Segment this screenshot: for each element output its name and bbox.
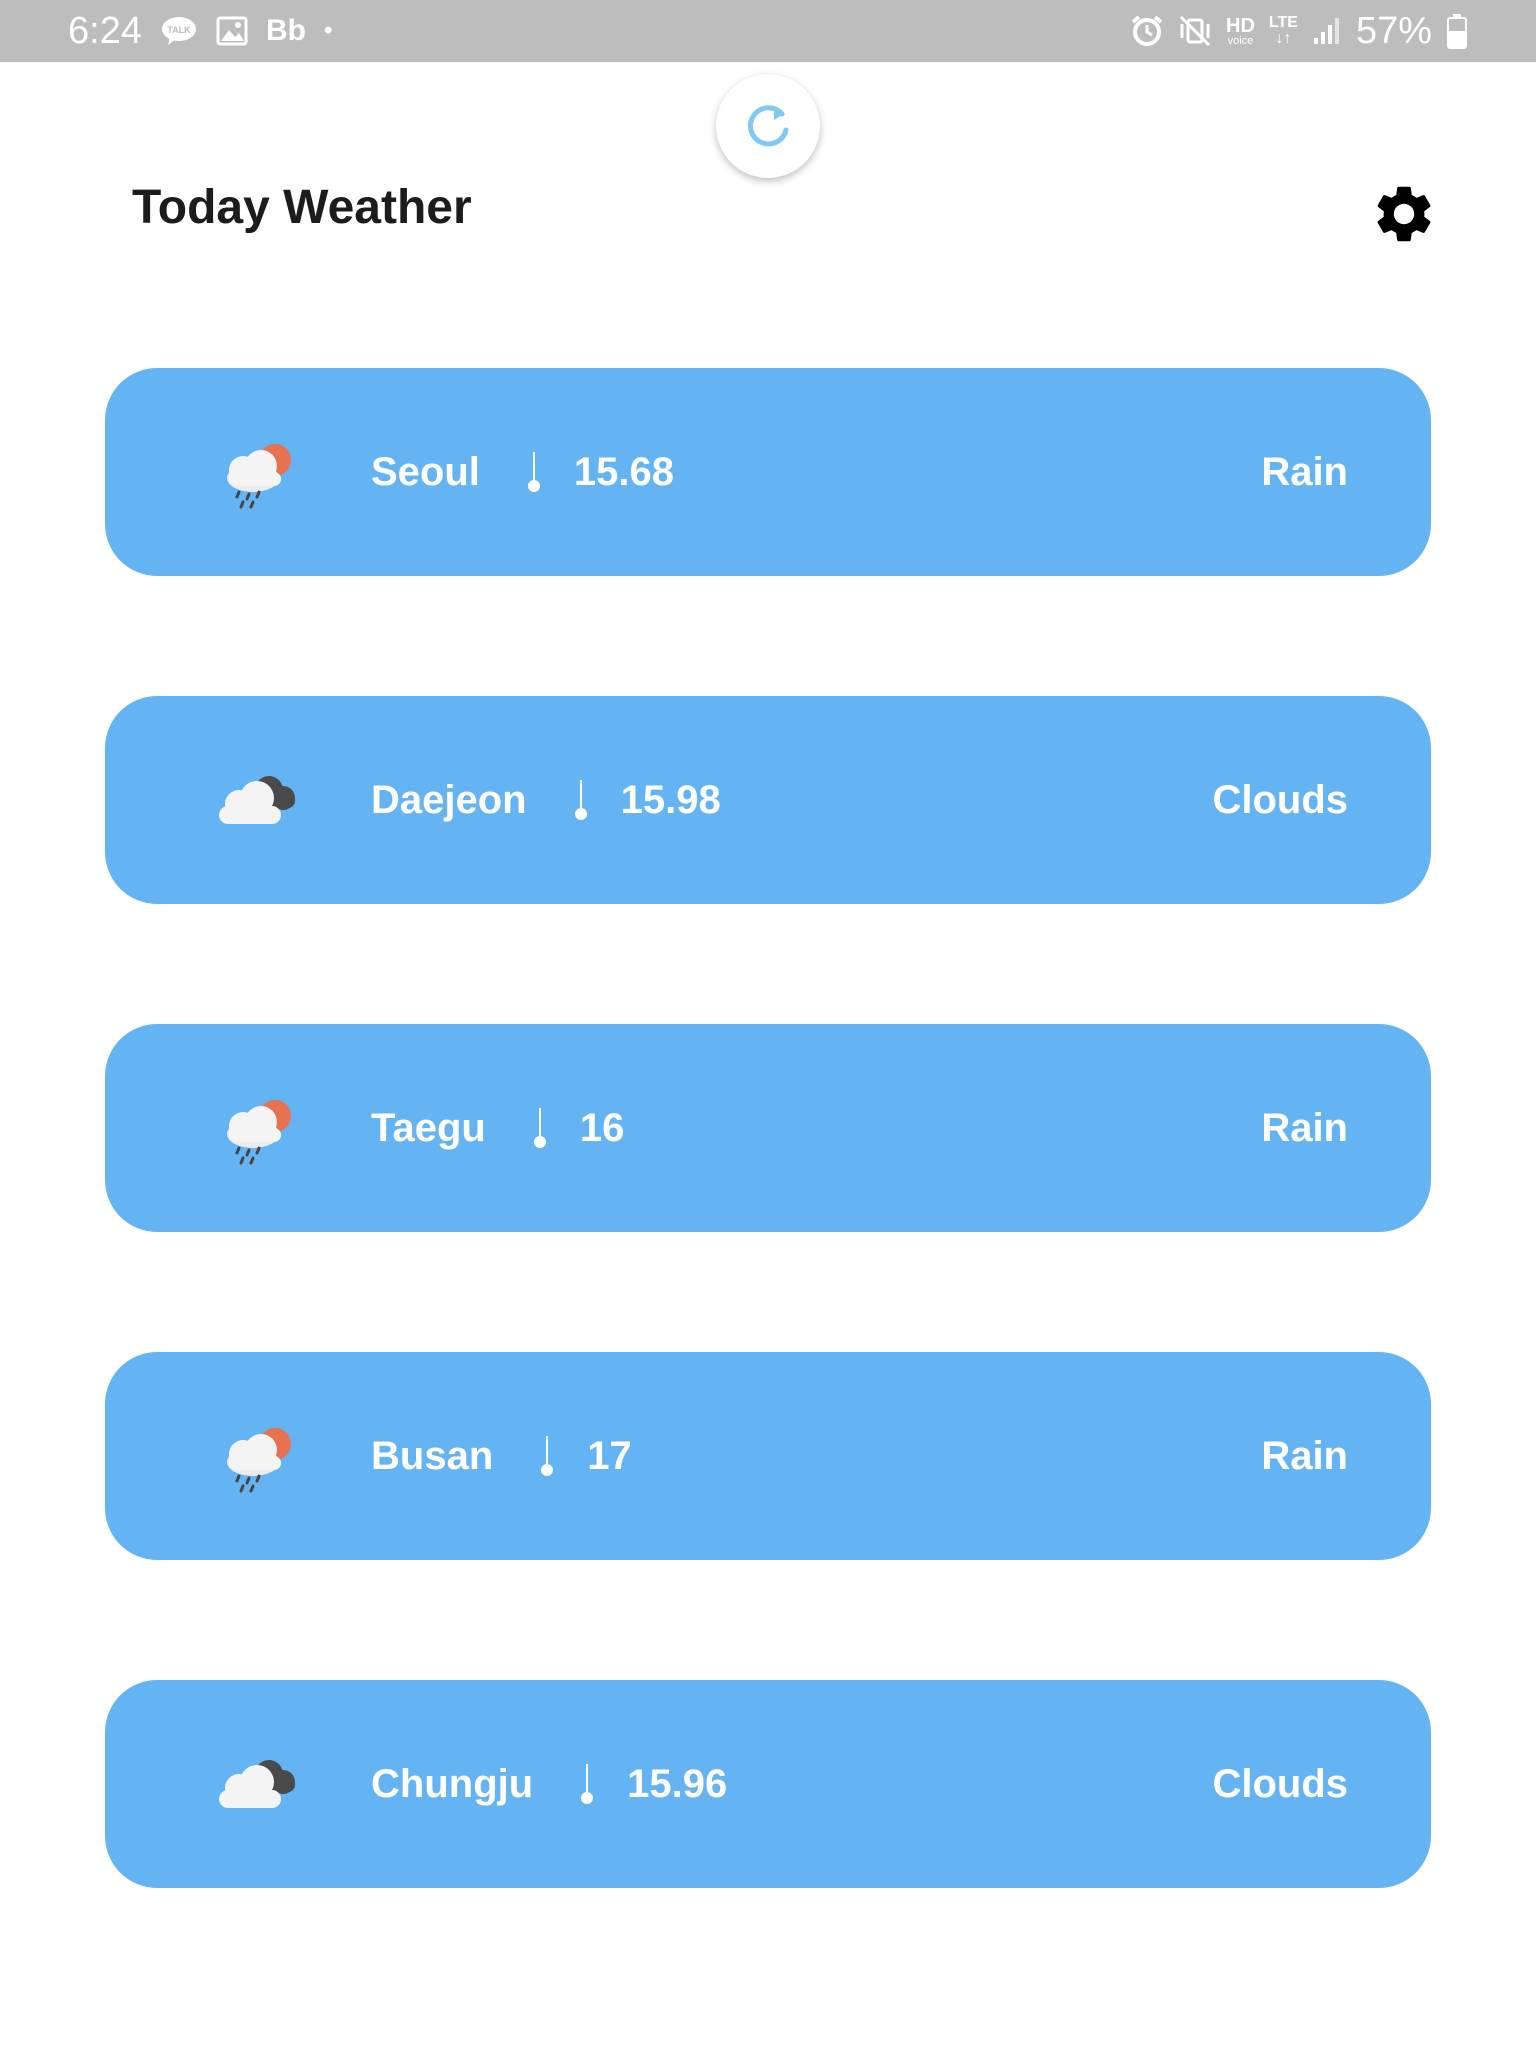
gear-icon (1377, 186, 1431, 242)
temperature: 15.96 (627, 1761, 728, 1806)
hd-voice-indicator: HD voice (1226, 16, 1255, 47)
card-main: Busan 17 (371, 1352, 632, 1560)
talk-icon: TALK (160, 15, 198, 47)
notification-dot: • (323, 17, 333, 44)
refresh-button[interactable] (716, 74, 820, 178)
gallery-icon (216, 16, 248, 46)
weather-condition: Clouds (1212, 777, 1348, 822)
city-name: Taegu (371, 1105, 486, 1150)
weather-condition: Rain (1261, 1433, 1348, 1478)
city-card-busan[interactable]: Busan 17 Rain (105, 1352, 1431, 1560)
temperature: 15.68 (573, 449, 675, 494)
weather-condition: Clouds (1212, 1761, 1348, 1806)
rain-sun-icon (205, 1416, 305, 1496)
rain-sun-icon (205, 1088, 305, 1168)
lte-arrows: ↓↑ (1275, 30, 1292, 47)
thermometer-icon (577, 1762, 597, 1806)
card-main: Daejeon 15.98 (371, 696, 721, 904)
card-main: Seoul 15.68 (371, 368, 674, 576)
battery-level: 57% (1355, 9, 1432, 52)
city-card-seoul[interactable]: Seoul 15.68 Rain (105, 368, 1431, 576)
city-card-daejeon[interactable]: Daejeon 15.98 Clouds (105, 696, 1431, 904)
status-time: 6:24 (68, 9, 142, 52)
weather-condition: Rain (1261, 449, 1348, 494)
refresh-icon (748, 105, 789, 147)
thermometer-icon (524, 450, 544, 494)
clouds-icon (205, 1744, 305, 1824)
city-name: Busan (371, 1433, 494, 1478)
city-name: Chungju (371, 1761, 534, 1806)
alarm-icon (1130, 14, 1164, 48)
card-main: Chungju 15.96 (371, 1680, 727, 1888)
card-main: Taegu 16 (371, 1024, 624, 1232)
city-card-taegu[interactable]: Taegu 16 Rain (105, 1024, 1431, 1232)
battery-icon (1446, 13, 1468, 49)
page-title: Today Weather (132, 181, 472, 234)
thermometer-icon (537, 1434, 557, 1478)
settings-button[interactable] (1368, 178, 1440, 250)
voice-label: voice (1227, 34, 1254, 47)
signal-icon (1312, 16, 1342, 46)
status-bar: 6:24 TALK Bb • HD voice LTE ↓↑ 57% (0, 0, 1536, 62)
city-card-chungju[interactable]: Chungju 15.96 Clouds (105, 1680, 1431, 1888)
mute-vibrate-icon (1178, 14, 1212, 48)
city-name: Seoul (371, 449, 480, 494)
hd-label: HD (1226, 14, 1255, 37)
temperature: 15.98 (620, 777, 721, 822)
lte-indicator: LTE ↓↑ (1269, 15, 1298, 47)
talk-icon-label: TALK (167, 25, 191, 35)
temperature: 16 (579, 1105, 625, 1150)
lte-label: LTE (1268, 14, 1298, 31)
clouds-icon (205, 760, 305, 840)
status-left: 6:24 TALK Bb • (68, 0, 332, 62)
thermometer-icon (530, 1106, 550, 1150)
city-name: Daejeon (371, 777, 527, 822)
temperature: 17 (587, 1433, 632, 1478)
thermometer-icon (571, 778, 591, 822)
rain-sun-icon (205, 432, 305, 512)
bb-app-label: Bb (265, 14, 306, 47)
weather-condition: Rain (1261, 1105, 1348, 1150)
status-right: HD voice LTE ↓↑ 57% (1130, 0, 1468, 62)
